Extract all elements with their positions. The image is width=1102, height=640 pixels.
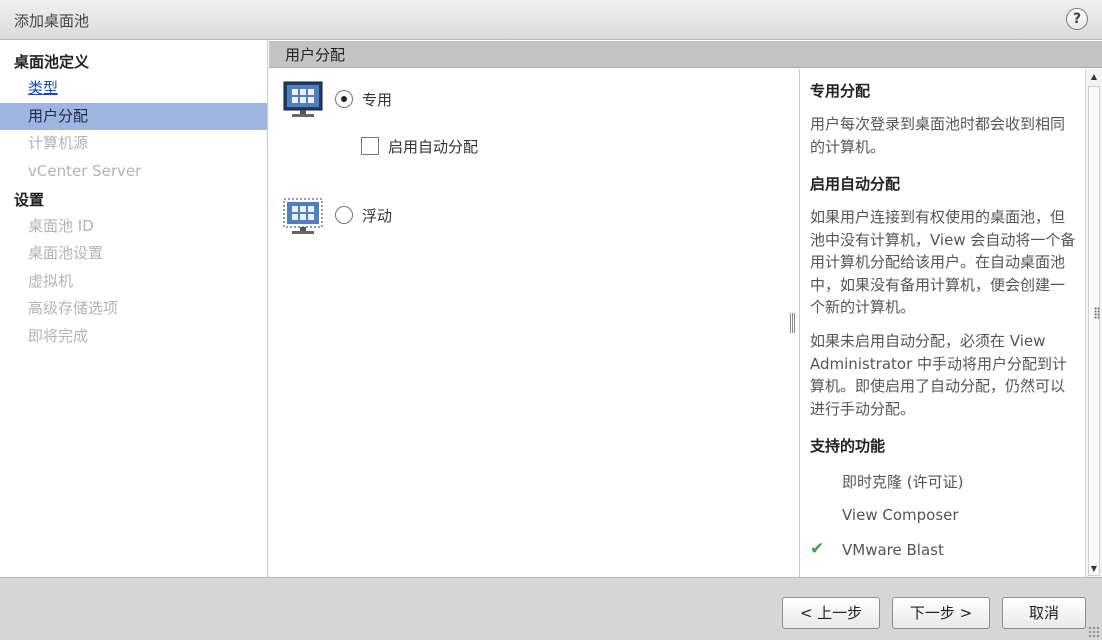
window-title: 添加桌面池: [14, 12, 90, 30]
feature-view-composer: View Composer: [842, 506, 959, 524]
title-bar: 添加桌面池 ?: [0, 0, 1102, 40]
sidebar-item-vcenter-server: vCenter Server: [28, 162, 142, 180]
panel-splitter[interactable]: [789, 313, 797, 333]
grip-icon: [1094, 307, 1100, 319]
sidebar-item-advanced-storage: 高级存储选项: [28, 299, 119, 317]
content-header: 用户分配: [269, 41, 1102, 68]
resize-grip-icon[interactable]: [1088, 626, 1100, 638]
scroll-down-icon[interactable]: ▼: [1086, 561, 1102, 577]
help-text-manual-assign: 如果未启用自动分配，必须在 View Administrator 中手动将用户分…: [810, 332, 1068, 418]
floating-monitor-icon: [283, 198, 323, 234]
scroll-up-icon[interactable]: ▲: [1086, 69, 1102, 85]
scrollbar-thumb[interactable]: [1088, 86, 1100, 576]
dedicated-radio[interactable]: [335, 90, 353, 108]
cancel-button[interactable]: 取消: [1002, 597, 1086, 629]
help-text-auto-assign: 如果用户连接到有权使用的桌面池，但池中没有计算机，View 会自动将一个备用计算…: [810, 208, 1076, 316]
help-scrollbar[interactable]: ▲ ▼: [1085, 69, 1102, 577]
sidebar-section-pool-definition: 桌面池定义: [14, 53, 90, 71]
wizard-sidebar: 桌面池定义 类型 用户分配 计算机源 vCenter Server 设置 桌面池…: [0, 41, 268, 577]
auto-assign-checkbox[interactable]: [361, 137, 379, 155]
sidebar-item-virtual-machines: 虚拟机: [28, 272, 74, 290]
dedicated-label: 专用: [362, 91, 393, 109]
sidebar-item-pool-id: 桌面池 ID: [28, 217, 94, 235]
sidebar-item-machine-source: 计算机源: [28, 134, 89, 152]
back-button[interactable]: < 上一步: [782, 597, 880, 629]
floating-label: 浮动: [362, 207, 393, 225]
help-panel: 专用分配 用户每次登录到桌面池时都会收到相同的计算机。 启用自动分配 如果用户连…: [799, 69, 1085, 577]
help-text-dedicated: 用户每次登录到桌面池时都会收到相同的计算机。: [810, 115, 1066, 156]
help-heading-dedicated: 专用分配: [810, 82, 871, 100]
help-icon[interactable]: ?: [1066, 8, 1088, 30]
help-heading-auto-assign: 启用自动分配: [810, 175, 901, 193]
page-title: 用户分配: [285, 46, 346, 64]
checkmark-icon: ✔: [810, 539, 825, 559]
sidebar-item-type[interactable]: 类型: [0, 75, 267, 102]
user-assignment-panel: 专用 启用自动分配 浮动: [269, 69, 799, 577]
sidebar-item-pool-settings: 桌面池设置: [28, 244, 104, 262]
wizard-footer: < 上一步 下一步 > 取消: [0, 577, 1102, 640]
sidebar-section-settings: 设置: [14, 191, 45, 209]
next-button[interactable]: 下一步 >: [892, 597, 990, 629]
auto-assign-label: 启用自动分配: [388, 138, 479, 156]
feature-instant-clone: 即时克隆 (许可证): [842, 473, 964, 491]
floating-radio[interactable]: [335, 206, 353, 224]
monitor-icon: [283, 81, 323, 117]
help-heading-features: 支持的功能: [810, 437, 886, 455]
sidebar-item-user-assignment[interactable]: 用户分配: [0, 103, 267, 130]
feature-vmware-blast: VMware Blast: [842, 541, 944, 559]
sidebar-item-ready-to-complete: 即将完成: [28, 327, 89, 345]
